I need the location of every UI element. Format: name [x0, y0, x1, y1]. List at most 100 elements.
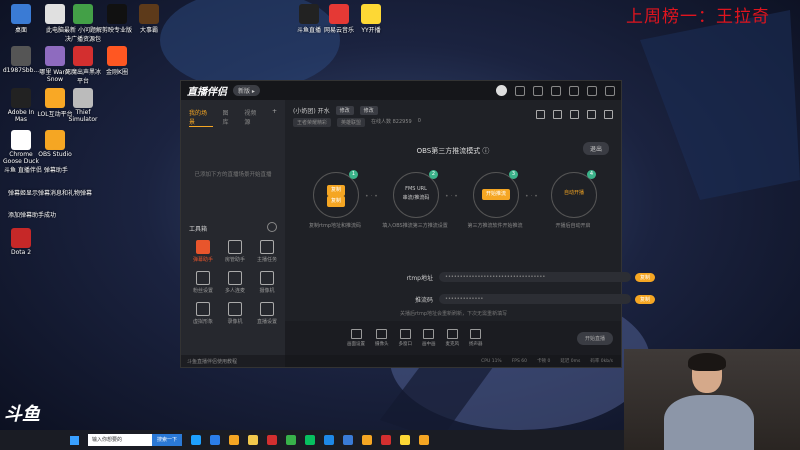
tag-2[interactable]: 英雄联盟: [337, 118, 366, 127]
desktop-icon[interactable]: Chrome Goose Duck: [2, 130, 40, 165]
step-3-start-btn: 开始推流: [481, 189, 510, 200]
tool-label: 主播任务: [256, 257, 277, 263]
tool-item[interactable]: 直播设置: [251, 302, 283, 325]
status-item: 码率 0kb/s: [590, 359, 613, 364]
obs-mode-title: OBS第三方推流模式 ⓘ: [416, 147, 490, 155]
tab-gallery[interactable]: 图库: [223, 108, 235, 127]
stream-key-label: 推流码: [414, 296, 433, 304]
taskbar-app-icon[interactable]: [381, 435, 392, 445]
tool-multi-window[interactable]: 多窗口: [399, 329, 412, 347]
edit-title-button[interactable]: 修改: [335, 106, 354, 115]
minimize-icon[interactable]: [569, 85, 579, 96]
taskbar-search-input[interactable]: 输入你想要的: [88, 434, 152, 446]
tool-item[interactable]: 主播任务: [251, 240, 283, 263]
taskbar-app-icon[interactable]: [400, 435, 411, 445]
room-title: (小奶团) 开水: [293, 108, 330, 115]
taskbar-app-icon[interactable]: [210, 435, 221, 445]
tool-pip[interactable]: 画中画: [422, 329, 436, 347]
settings-icon[interactable]: [551, 85, 561, 96]
scene-empty-hint: 已添加下方的直播场景开始直播: [194, 172, 272, 178]
tool-camera[interactable]: 摄像头: [375, 329, 389, 347]
taskbar-app-icon[interactable]: [286, 435, 297, 445]
tool-label: 多人连麦: [224, 288, 245, 294]
step-2-desc: 填入OBS推流第三方推流设置: [382, 223, 448, 229]
app-icon: [45, 4, 65, 24]
desktop-icon-label: 金刚K圈: [106, 69, 128, 76]
gift-icon[interactable]: [536, 110, 545, 119]
taskbar-app-icon[interactable]: [267, 435, 278, 445]
taskbar-app-icon[interactable]: [191, 435, 202, 445]
tool-item[interactable]: 录像机: [219, 302, 251, 325]
taskbar-app-icon[interactable]: [305, 435, 316, 445]
step-4-desc: 开播后自动开启: [555, 223, 591, 229]
maximize-icon[interactable]: [587, 85, 597, 96]
skin-icon[interactable]: [515, 85, 525, 96]
desktop-icon-label: d1987Sbb...: [2, 67, 40, 74]
multi-window-icon: [399, 329, 411, 339]
tab-scenes[interactable]: 我的场景: [189, 108, 213, 127]
message-icon[interactable]: [533, 85, 543, 96]
desktop-icon[interactable]: OBS Studio: [36, 130, 74, 158]
close-icon[interactable]: [605, 85, 615, 96]
desktop-icon[interactable]: YY开播: [352, 4, 390, 34]
pip-icon: [423, 329, 435, 339]
add-scene-button[interactable]: +: [272, 108, 277, 127]
desktop-icon[interactable]: 最新 小问题解决广播资源包: [64, 4, 102, 43]
tool-label: 摄像机: [259, 288, 275, 294]
taskbar-app-icon[interactable]: [324, 435, 335, 445]
taskbar-app-icon[interactable]: [419, 435, 430, 445]
desktop-toast: 添加弹幕助手成功: [8, 212, 57, 219]
desktop-note-1: 斗鱼 直播伴侣 弹幕助手: [4, 167, 68, 174]
desktop-icon[interactable]: 桌面: [2, 4, 40, 34]
taskbar-app-icon[interactable]: [343, 435, 354, 445]
camera-icon: [376, 329, 388, 339]
taskbar-app-icon[interactable]: [362, 435, 373, 445]
tool-microphone[interactable]: 麦克风: [446, 329, 459, 347]
tool-screen-setting[interactable]: 画面设置: [347, 329, 365, 347]
taskbar-app-icon[interactable]: [229, 435, 240, 445]
screen-icon[interactable]: [570, 110, 579, 119]
rtmp-input[interactable]: ••••••••••••••••••••••••••••••••••: [439, 272, 631, 282]
tool-label: 直播设置: [256, 319, 277, 325]
tag-1[interactable]: 王者荣耀精彩: [293, 118, 332, 127]
tool-item[interactable]: 房管助手: [219, 240, 251, 263]
hot-count: 0: [417, 118, 421, 124]
tutorial-link[interactable]: 斗鱼直播伴侣使用教程: [181, 355, 285, 367]
step-1-copy-btn[interactable]: 复制: [326, 185, 345, 196]
app-icon: [73, 46, 93, 66]
tools-more-icon[interactable]: [267, 222, 277, 232]
tool-item[interactable]: 粉丝设置: [187, 271, 219, 294]
lock-icon[interactable]: [553, 110, 562, 119]
app-icon: [361, 4, 381, 24]
user-avatar[interactable]: [496, 85, 507, 96]
tool-item[interactable]: 摄像机: [251, 271, 283, 294]
tool-item[interactable]: 多人连麦: [219, 271, 251, 294]
tab-sources[interactable]: 视频源: [244, 108, 262, 127]
tool-item[interactable]: 虚拟形象: [187, 302, 219, 325]
edit-category-button[interactable]: 修改: [359, 106, 378, 115]
tool-speaker[interactable]: 扬声器: [469, 329, 483, 347]
tool-item[interactable]: 弹幕助手: [187, 240, 219, 263]
desktop-icon[interactable]: 金刚K圈: [98, 46, 136, 76]
step-3-desc: 第三方推流软件开始推流: [467, 223, 523, 229]
desktop-icon[interactable]: 大事霸: [130, 4, 168, 34]
bell-icon[interactable]: [587, 110, 596, 119]
step-1-copy-btn-2[interactable]: 复制: [326, 196, 345, 207]
taskbar-app-icon[interactable]: [248, 435, 259, 445]
share-icon[interactable]: [604, 110, 613, 119]
tool-icon: [196, 302, 210, 316]
taskbar-search-button[interactable]: 搜索一下: [152, 434, 183, 446]
rtmp-copy-button[interactable]: 复制: [634, 272, 655, 282]
stream-key-input[interactable]: •••••••••••••: [439, 294, 631, 304]
desktop-icon[interactable]: Adobe In Mas: [2, 88, 40, 123]
desktop-icon[interactable]: 死魔出声黑冰平台: [64, 46, 102, 85]
exit-button[interactable]: 退出: [582, 142, 609, 155]
start-button[interactable]: [64, 430, 84, 450]
desktop-icon[interactable]: Thief Simulator: [64, 88, 102, 123]
desktop-icon[interactable]: Dota 2: [2, 228, 40, 256]
desktop-icon[interactable]: d1987Sbb...: [2, 46, 40, 74]
stream-key-copy-button[interactable]: 复制: [634, 294, 655, 304]
start-stream-button[interactable]: 开始直播: [576, 331, 613, 345]
field-note: 关播后rtmp地址会重新刷新，下次无需重新填写: [400, 311, 508, 317]
version-pill[interactable]: 新版 ▸: [233, 85, 260, 96]
